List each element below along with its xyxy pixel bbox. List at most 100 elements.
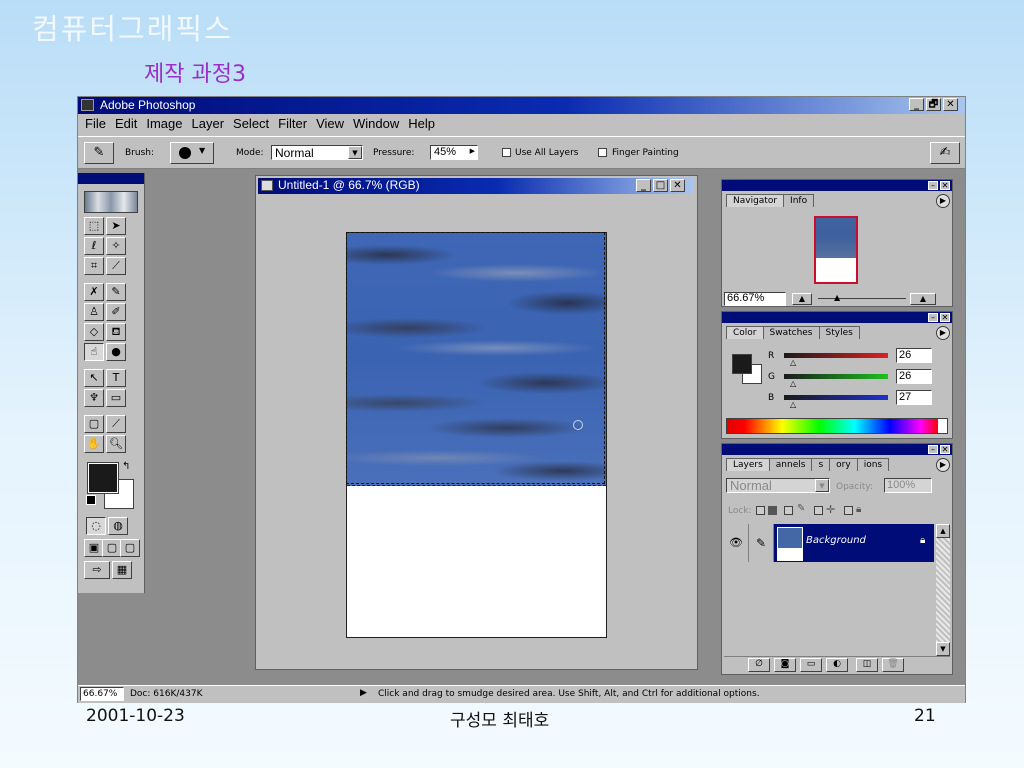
toolbox-titlebar[interactable] [78, 173, 144, 184]
layer-row-background[interactable]: 👁︎ ✎ Background 🔒︎ [724, 524, 934, 562]
menu-file[interactable]: File [78, 115, 106, 135]
color-fg-swatch[interactable] [732, 354, 752, 374]
opacity-input[interactable]: 100% [884, 478, 932, 493]
adobe-eye-logo[interactable] [84, 191, 138, 213]
eye-visibility-icon[interactable]: 👁︎ [724, 524, 749, 562]
adjustment-layer-icon[interactable]: ◐ [826, 658, 848, 672]
pen-tool-icon[interactable]: ♆ [84, 389, 104, 407]
quick-mask-icon[interactable]: ◍ [108, 517, 128, 535]
palette-menu-icon[interactable]: ▶ [936, 194, 950, 208]
zoom-tool-icon[interactable]: 🔍︎ [106, 435, 126, 453]
use-all-layers-checkbox[interactable] [502, 148, 511, 157]
palette-titlebar[interactable]: – ✕ [722, 180, 952, 191]
layer-style-icon[interactable]: ∅ [748, 658, 770, 672]
brush-tool-icon[interactable]: ✎ [106, 283, 126, 301]
zoom-in-icon[interactable]: ▲ [910, 293, 936, 305]
history-brush-icon[interactable]: ✐ [106, 303, 126, 321]
trash-icon[interactable]: 🗑︎ [882, 658, 904, 672]
app-titlebar[interactable]: Adobe Photoshop _ 🗗 ✕ [78, 97, 965, 114]
smudge-tool-icon[interactable]: ☝ [84, 343, 104, 361]
palette-titlebar[interactable]: – ✕ [722, 444, 952, 455]
green-slider[interactable] [784, 374, 888, 379]
doc-close-button[interactable]: ✕ [670, 179, 685, 192]
zoom-slider[interactable] [818, 298, 906, 299]
palette-menu-icon[interactable]: ▶ [936, 458, 950, 472]
zoom-out-icon[interactable]: ▲ [792, 293, 812, 305]
screen-mode-standard-icon[interactable]: ▣ [84, 539, 104, 557]
red-slider[interactable] [784, 353, 888, 358]
magic-wand-icon[interactable]: ✧ [106, 237, 126, 255]
green-input[interactable]: 26 [896, 369, 932, 384]
palette-close-button[interactable]: ✕ [940, 181, 950, 190]
zoom-slider-thumb[interactable]: ▲ [834, 293, 840, 302]
palette-titlebar[interactable]: – ✕ [722, 312, 952, 323]
tab-navigator[interactable]: Navigator [726, 194, 785, 207]
green-slider-thumb[interactable]: △ [790, 379, 796, 388]
close-button[interactable]: ✕ [943, 98, 958, 111]
blue-slider[interactable] [784, 395, 888, 400]
tab-info[interactable]: Info [783, 194, 815, 207]
red-slider-thumb[interactable]: △ [790, 358, 796, 367]
jump-to-imageready-icon[interactable]: ⇨ [84, 561, 110, 579]
blue-slider-thumb[interactable]: △ [790, 400, 796, 409]
navigator-zoom-input[interactable]: 66.67% [724, 292, 786, 306]
eyedropper-icon[interactable]: ⟋ [106, 415, 126, 433]
screen-mode-full-icon[interactable]: ▢ [120, 539, 140, 557]
healing-brush-icon[interactable]: ✗ [84, 283, 104, 301]
lock-transparency-checkbox[interactable] [756, 506, 765, 515]
chevron-right-icon[interactable]: ▶ [470, 147, 475, 155]
mode-select[interactable]: Normal ▼ [271, 145, 363, 160]
shape-tool-icon[interactable]: ▭ [106, 389, 126, 407]
scroll-down-button[interactable]: ▼ [936, 642, 950, 656]
palette-minimize-button[interactable]: – [928, 445, 938, 454]
marquee-tool-icon[interactable]: ⬚ [84, 217, 104, 235]
status-menu-arrow-icon[interactable]: ▶ [360, 688, 367, 698]
notes-tool-icon[interactable]: ▢ [84, 415, 104, 433]
new-layer-icon[interactable]: ◫ [856, 658, 878, 672]
tab-color[interactable]: Color [726, 326, 764, 339]
lock-position-checkbox[interactable] [814, 506, 823, 515]
screen-mode-full-menu-icon[interactable]: ▢ [102, 539, 122, 557]
standard-mode-icon[interactable]: ◌ [86, 517, 106, 535]
menu-image[interactable]: Image [139, 115, 182, 135]
tab-styles[interactable]: Styles [818, 326, 860, 339]
slice-tool-icon[interactable]: ⟋ [106, 257, 126, 275]
tab-actions[interactable]: ions [856, 458, 890, 471]
palette-close-button[interactable]: ✕ [940, 313, 950, 322]
color-spectrum-ramp[interactable] [726, 418, 948, 434]
lock-all-checkbox[interactable] [844, 506, 853, 515]
blend-mode-select[interactable]: Normal ▼ [726, 478, 830, 493]
menu-layer[interactable]: Layer [185, 115, 225, 135]
minimize-button[interactable]: _ [909, 98, 924, 111]
palette-close-button[interactable]: ✕ [940, 445, 950, 454]
move-tool-icon[interactable]: ➤ [106, 217, 126, 235]
lasso-tool-icon[interactable]: ℓ [84, 237, 104, 255]
pressure-input[interactable]: 45% ▶ [430, 145, 478, 160]
clone-stamp-icon[interactable]: ♙ [84, 303, 104, 321]
tab-paths[interactable]: s [811, 458, 831, 471]
menu-view[interactable]: View [309, 115, 344, 135]
palette-minimize-button[interactable]: – [928, 181, 938, 190]
status-zoom-field[interactable]: 66.67% [80, 687, 124, 701]
paint-bucket-icon[interactable]: ⛾ [106, 323, 126, 341]
palette-menu-icon[interactable]: ▶ [936, 326, 950, 340]
menu-help[interactable]: Help [401, 115, 435, 135]
palette-well-brush-icon[interactable]: ✍ [930, 142, 960, 164]
blue-input[interactable]: 27 [896, 390, 932, 405]
hand-tool-icon[interactable]: ✋ [84, 435, 104, 453]
menu-window[interactable]: Window [346, 115, 399, 135]
layers-scrollbar[interactable]: ▲ ▼ [936, 524, 950, 656]
brush-picker[interactable]: ▼ [170, 142, 214, 164]
scroll-up-button[interactable]: ▲ [936, 524, 950, 538]
tab-channels[interactable]: annels [768, 458, 813, 471]
imageready-icon[interactable]: ▦ [112, 561, 132, 579]
finger-painting-checkbox[interactable] [598, 148, 607, 157]
layer-mask-icon[interactable]: ◙ [774, 658, 796, 672]
image-canvas[interactable] [346, 232, 607, 638]
smudge-tool-preset-icon[interactable]: ✎ [84, 142, 114, 164]
tab-layers[interactable]: Layers [726, 458, 770, 471]
menu-select[interactable]: Select [226, 115, 269, 135]
palette-minimize-button[interactable]: – [928, 313, 938, 322]
tab-history[interactable]: ory [829, 458, 858, 471]
eraser-tool-icon[interactable]: ◇ [84, 323, 104, 341]
